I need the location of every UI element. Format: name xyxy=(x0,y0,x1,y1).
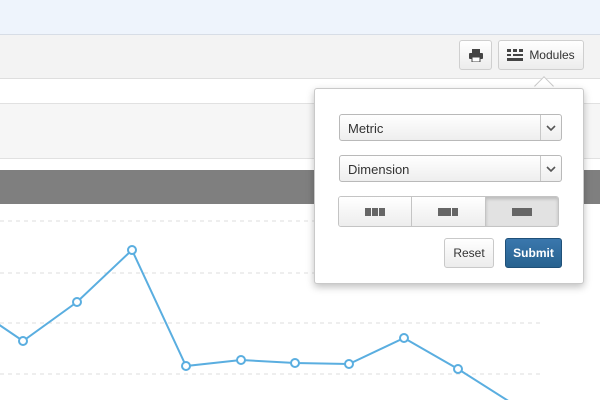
toolbar: Modules xyxy=(0,35,600,79)
metric-select-label: Metric xyxy=(348,121,384,136)
data-point[interactable] xyxy=(236,355,246,365)
print-button[interactable] xyxy=(459,40,492,70)
single-column-icon xyxy=(511,207,532,216)
reset-button[interactable]: Reset xyxy=(444,238,494,268)
layout-selector xyxy=(338,196,559,227)
dimension-select[interactable]: Dimension xyxy=(339,155,562,182)
printer-icon xyxy=(468,48,483,62)
data-point[interactable] xyxy=(344,359,354,369)
layout-two-columns-button[interactable] xyxy=(412,197,486,226)
metric-select[interactable]: Metric xyxy=(339,114,562,141)
data-point[interactable] xyxy=(453,364,463,374)
three-columns-icon xyxy=(365,207,386,216)
layout-single-column-button[interactable] xyxy=(485,197,558,226)
modules-button[interactable]: Modules xyxy=(498,40,584,70)
dimension-select-label: Dimension xyxy=(348,162,410,177)
data-point[interactable] xyxy=(72,297,82,307)
submit-button[interactable]: Submit xyxy=(505,238,562,268)
top-band xyxy=(0,0,600,35)
data-point[interactable] xyxy=(181,361,191,371)
chevron-down-icon xyxy=(540,115,561,140)
layout-three-columns-button[interactable] xyxy=(339,197,413,226)
data-point[interactable] xyxy=(290,358,300,368)
chevron-down-icon xyxy=(540,156,561,181)
modules-popover: Metric Dimension Reset Submit xyxy=(314,88,584,284)
data-point[interactable] xyxy=(18,336,28,346)
modules-label: Modules xyxy=(529,48,575,62)
two-columns-icon xyxy=(438,207,459,216)
data-point[interactable] xyxy=(127,245,137,255)
grid-icon xyxy=(507,49,524,61)
data-point[interactable] xyxy=(399,333,409,343)
